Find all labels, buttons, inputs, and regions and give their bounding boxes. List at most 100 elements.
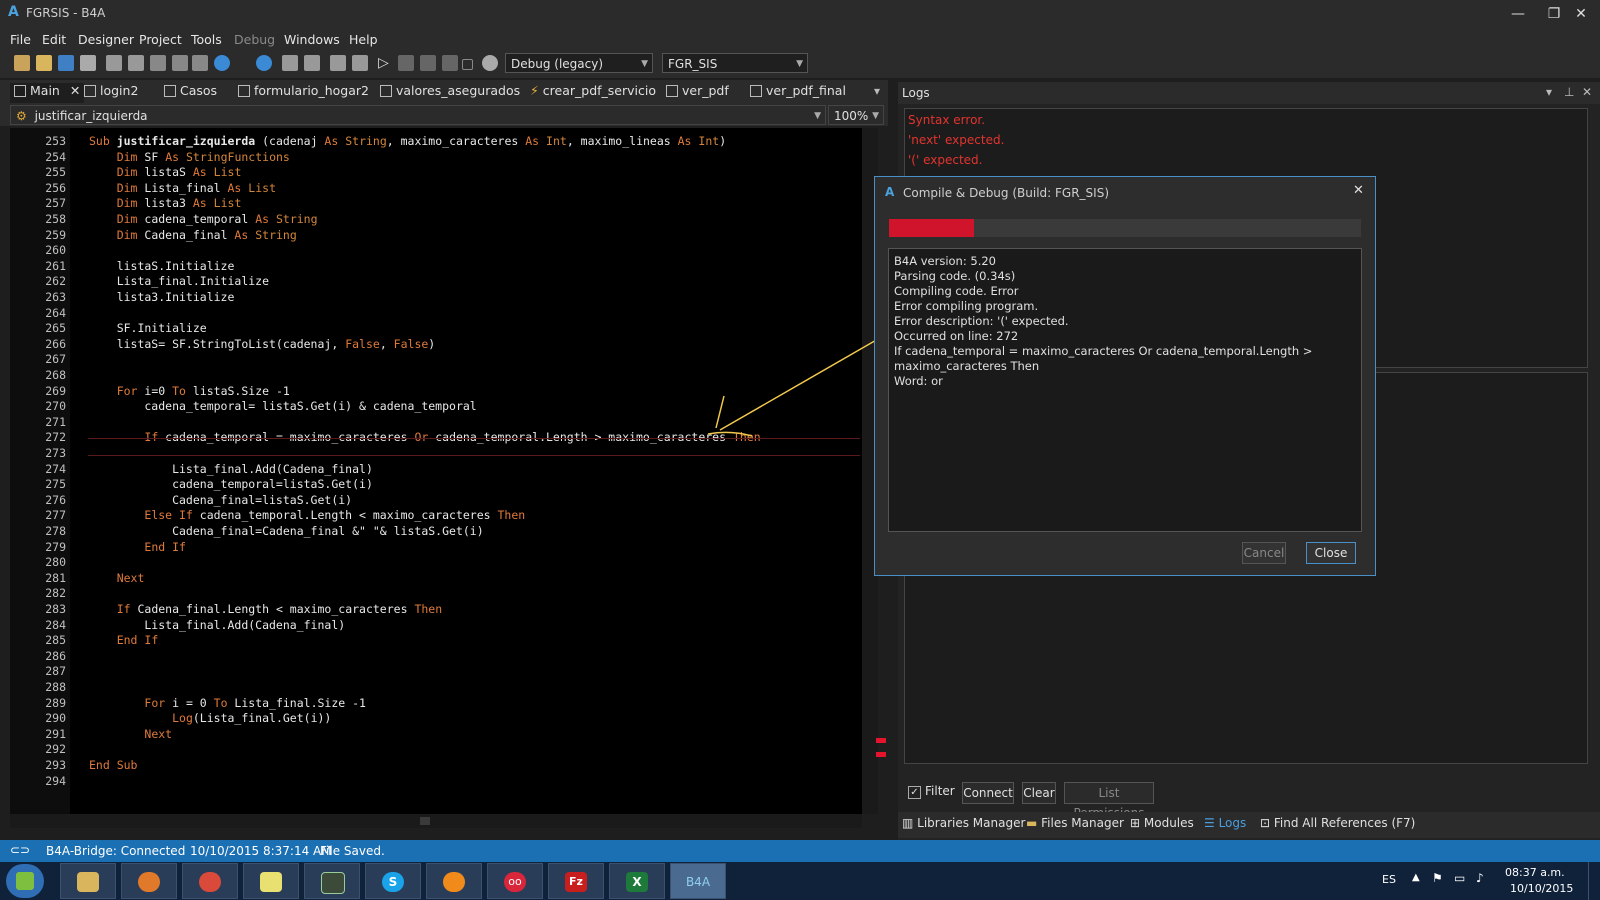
build-target-select[interactable]: FGR_SIS ▼ [662, 53, 808, 73]
indent-icon[interactable] [330, 55, 346, 71]
code-token: Sub [89, 134, 110, 148]
tab-crear-pdf-servicio[interactable]: ⚡ crear_pdf_servicio [530, 83, 656, 103]
navigate-forward-icon[interactable] [256, 55, 272, 71]
network-icon[interactable]: ▭ [1454, 871, 1465, 885]
cancel-button[interactable]: Cancel [1242, 542, 1286, 564]
taskbar-firefox[interactable] [121, 863, 177, 899]
code-token: As [677, 134, 692, 148]
close-window-button[interactable]: ✕ [1566, 3, 1596, 25]
checkbox-check-icon[interactable]: ✓ [908, 786, 921, 799]
compile-output-line: Error description: '(' expected. [894, 314, 1069, 328]
start-button[interactable] [6, 864, 44, 898]
taskbar-avast[interactable] [426, 863, 482, 899]
build-config-select[interactable]: Debug (legacy) ▼ [505, 53, 653, 73]
editor-horizontal-scrollbar[interactable] [10, 814, 862, 828]
tab-ver-pdf-final[interactable]: ver_pdf_final [750, 83, 846, 103]
tab-modules[interactable]: ⊞ Modules [1130, 816, 1194, 830]
flag-icon[interactable]: ⚑ [1432, 871, 1443, 885]
chevron-down-icon: ▼ [796, 59, 803, 69]
clock-time[interactable]: 08:37 a.m. [1505, 866, 1565, 879]
comment-icon[interactable] [282, 55, 298, 71]
language-indicator[interactable]: ES [1382, 873, 1396, 886]
uncomment-icon[interactable] [304, 55, 320, 71]
error-line-highlight [88, 438, 860, 456]
lock-icon[interactable] [150, 55, 166, 71]
compile-output-line: Parsing code. (0.34s) [894, 269, 1016, 283]
close-button[interactable]: Close [1306, 542, 1356, 564]
code-line: Sub justificar_izquierda (cadenaj As Str… [89, 133, 726, 149]
explorer-icon [77, 872, 99, 892]
tab-formulario-hogar2[interactable]: formulario_hogar2 [238, 83, 369, 103]
zoom-select[interactable]: 100% ▼ [828, 105, 884, 125]
run-icon[interactable]: ▷ [378, 55, 394, 71]
connect-button[interactable]: Connect [962, 782, 1014, 804]
redo-icon[interactable] [192, 55, 208, 71]
paste-icon[interactable] [128, 55, 144, 71]
taskbar-skype[interactable]: S [365, 863, 421, 899]
minimize-button[interactable]: — [1500, 3, 1536, 25]
code-line: Next [89, 726, 172, 742]
taskbar-filezilla[interactable]: Fz [548, 863, 604, 899]
menu-designer[interactable]: Designer [78, 32, 134, 47]
menu-edit[interactable]: Edit [42, 32, 66, 47]
tab-ver-pdf[interactable]: ver_pdf [666, 83, 729, 103]
tab-libraries-manager[interactable]: ▥ Libraries Manager [902, 816, 1025, 830]
tab-casos[interactable]: Casos [164, 83, 217, 103]
code-token: lista3.Initialize [89, 290, 235, 304]
tab-login2[interactable]: login2 [84, 83, 138, 103]
tab-find-all-references[interactable]: ⊡ Find All References (F7) [1260, 816, 1415, 830]
taskbar-flickr[interactable]: oo [487, 863, 543, 899]
menu-debug[interactable]: Debug [234, 32, 275, 47]
tab-valores-asegurados[interactable]: valores_asegurados [380, 83, 520, 103]
show-hidden-icons-icon[interactable]: ▲ [1412, 872, 1420, 883]
save-icon[interactable] [58, 55, 74, 71]
tab-main[interactable]: Main ✕ [10, 83, 85, 103]
step-out-icon[interactable] [442, 55, 458, 71]
step-over-icon[interactable] [398, 55, 414, 71]
close-tab-icon[interactable]: ✕ [70, 83, 80, 98]
logs-title: Logs [902, 86, 930, 100]
sub-selector[interactable]: ⚙ justificar_izquierda ▼ [10, 105, 826, 125]
undo-icon[interactable] [172, 55, 188, 71]
line-number: 259 [45, 227, 66, 242]
taskbar-notes[interactable] [243, 863, 299, 899]
stop-icon[interactable] [462, 59, 473, 70]
save-all-icon[interactable] [80, 55, 96, 71]
close-panel-icon[interactable]: ✕ [1582, 85, 1592, 99]
taskbar-chrome[interactable] [182, 863, 238, 899]
pin-icon[interactable]: ⊥ [1564, 85, 1574, 99]
copy-icon[interactable] [106, 55, 122, 71]
new-file-icon[interactable] [14, 55, 30, 71]
taskbar-excel[interactable]: X [609, 863, 665, 899]
clock-date[interactable]: 10/10/2015 [1510, 882, 1573, 895]
tab-files-manager[interactable]: ▬ Files Manager [1026, 816, 1124, 830]
menu-windows[interactable]: Windows [284, 32, 340, 47]
step-in-icon[interactable] [420, 55, 436, 71]
restart-icon[interactable] [482, 55, 498, 71]
show-desktop-button[interactable] [1588, 862, 1600, 900]
menu-tools[interactable]: Tools [191, 32, 222, 47]
code-token: As [192, 196, 207, 211]
outdent-icon[interactable] [352, 55, 368, 71]
list-permissions-button[interactable]: List Permissions [1064, 782, 1154, 820]
open-folder-icon[interactable] [36, 55, 52, 71]
taskbar-explorer[interactable] [60, 863, 116, 899]
code-token: Lista_final.Size -1 [227, 695, 366, 710]
taskbar-b4a[interactable]: B4A [670, 863, 726, 899]
tab-logs[interactable]: ☰ Logs [1204, 816, 1246, 830]
chevron-down-icon: ▼ [814, 111, 821, 121]
menu-project[interactable]: Project [139, 32, 182, 47]
panel-menu-icon[interactable]: ▾ [1546, 85, 1552, 99]
code-token: Cadena_final [137, 227, 235, 242]
filter-checkbox[interactable]: ✓ Filter [908, 784, 955, 799]
tab-overflow-icon[interactable]: ▾ [874, 84, 880, 98]
taskbar-terminal[interactable] [304, 863, 360, 899]
clear-button[interactable]: Clear [1022, 782, 1056, 804]
close-dialog-icon[interactable]: ✕ [1353, 183, 1364, 198]
scroll-thumb[interactable] [420, 817, 430, 825]
menu-help[interactable]: Help [349, 32, 378, 47]
volume-icon[interactable]: ♪ [1476, 871, 1484, 885]
menu-file[interactable]: File [10, 32, 31, 47]
navigate-back-icon[interactable] [214, 55, 230, 71]
